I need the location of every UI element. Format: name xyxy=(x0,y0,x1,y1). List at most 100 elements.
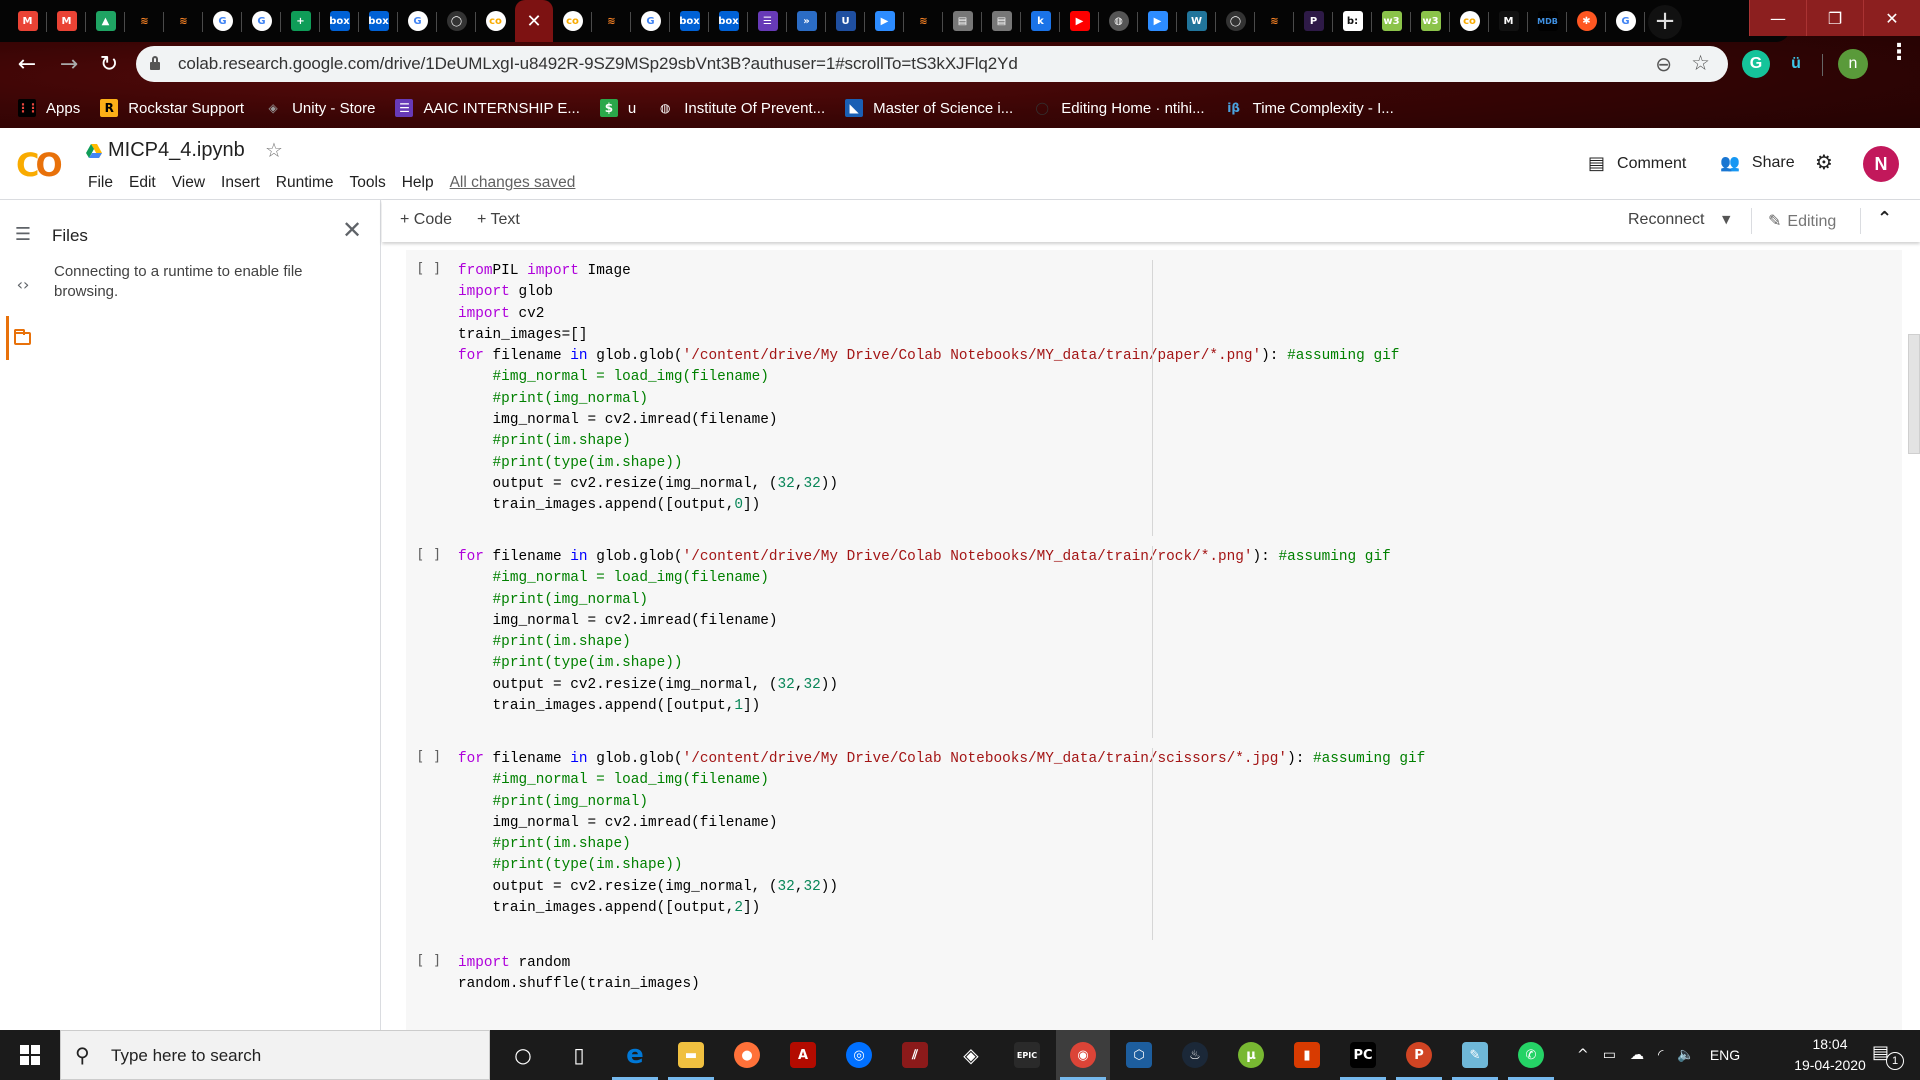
taskbar-app-acrobat[interactable]: A xyxy=(776,1030,830,1080)
bookmark-star-icon[interactable]: ☆ xyxy=(1691,51,1710,75)
close-window-button[interactable]: ✕ xyxy=(1863,0,1920,36)
bookmark-item[interactable]: iβ Time Complexity - I... xyxy=(1225,99,1394,117)
browser-tab[interactable]: ≋ xyxy=(164,0,203,42)
minimize-button[interactable]: — xyxy=(1749,0,1806,36)
browser-tab[interactable]: w3 xyxy=(1372,0,1411,42)
browser-tab[interactable]: MDB xyxy=(1528,0,1567,42)
battery-icon[interactable]: ▭ xyxy=(1603,1047,1616,1063)
browser-tab[interactable]: G xyxy=(631,0,670,42)
browser-tab[interactable]: k xyxy=(1021,0,1060,42)
start-button[interactable] xyxy=(0,1030,60,1080)
menu-file[interactable]: File xyxy=(80,174,121,192)
taskbar-search[interactable]: ⚲ Type here to search xyxy=(60,1030,490,1080)
new-tab-button[interactable]: + xyxy=(1648,5,1682,39)
code-cell[interactable]: [ ] for filename in glob.glob('/content/d… xyxy=(406,536,1902,742)
taskbar-app-unity[interactable]: ◈ xyxy=(944,1030,998,1080)
restore-button[interactable]: ❐ xyxy=(1806,0,1863,36)
language-indicator[interactable]: ENG xyxy=(1710,1047,1740,1063)
add-code-cell-button[interactable]: + Code xyxy=(400,211,452,229)
browser-tab[interactable]: » xyxy=(787,0,826,42)
code-cell[interactable]: [ ] fromPIL import Image import glob import… xyxy=(406,250,1902,542)
run-cell-button[interactable]: [ ] xyxy=(416,547,441,563)
reload-button[interactable]: ↻ xyxy=(94,50,124,80)
menu-edit[interactable]: Edit xyxy=(121,174,164,192)
bookmark-item[interactable]: ☰ AAIC INTERNSHIP E... xyxy=(395,99,580,117)
taskbar-app-steam[interactable]: ♨ xyxy=(1168,1030,1222,1080)
taskbar-app-cortana[interactable]: ○ xyxy=(496,1030,550,1080)
browser-tab[interactable]: U xyxy=(826,0,865,42)
browser-tab[interactable]: ▲ xyxy=(86,0,125,42)
taskbar-app-firefox[interactable]: ● xyxy=(720,1030,774,1080)
browser-tab[interactable]: w3 xyxy=(1411,0,1450,42)
taskbar-app-file-explorer[interactable]: ▬ xyxy=(664,1030,718,1080)
taskbar-app-chrome[interactable]: ◉ xyxy=(1056,1030,1110,1080)
menu-help[interactable]: Help xyxy=(394,174,442,192)
grammarly-extension-icon[interactable]: G xyxy=(1742,50,1770,78)
browser-tab[interactable]: ≋ xyxy=(1255,0,1294,42)
owl-extension-icon[interactable]: ü xyxy=(1782,50,1810,78)
run-cell-button[interactable]: [ ] xyxy=(416,953,441,969)
account-avatar[interactable]: N xyxy=(1863,146,1899,182)
taskbar-app-edge[interactable]: e xyxy=(608,1030,662,1080)
taskbar-app-utorrent[interactable]: µ xyxy=(1224,1030,1278,1080)
tab-active[interactable]: ✕ xyxy=(515,0,553,42)
clock[interactable]: 18:04 19-04-2020 xyxy=(1790,1034,1870,1076)
forward-button[interactable]: → xyxy=(54,50,84,80)
volume-icon[interactable]: 🔈 xyxy=(1677,1047,1694,1063)
menu-view[interactable]: View xyxy=(164,174,213,192)
star-notebook-icon[interactable]: ☆ xyxy=(265,138,283,162)
code-cell-partial[interactable] xyxy=(406,1016,1902,1030)
settings-button[interactable]: ⚙ xyxy=(1815,150,1833,174)
browser-tab[interactable]: W xyxy=(1177,0,1216,42)
taskbar-app-task-view[interactable]: ▯ xyxy=(552,1030,606,1080)
browser-tab[interactable]: P xyxy=(1294,0,1333,42)
browser-tab[interactable]: G xyxy=(398,0,437,42)
taskbar-app-whatsapp[interactable]: ✆ xyxy=(1504,1030,1558,1080)
wifi-icon[interactable]: ◜ xyxy=(1658,1047,1663,1063)
add-text-cell-button[interactable]: + Text xyxy=(477,211,520,229)
browser-tab[interactable]: G xyxy=(242,0,281,42)
share-button[interactable]: 👥 Share xyxy=(1720,153,1795,172)
browser-tab[interactable]: ✱ xyxy=(1567,0,1606,42)
browser-tab[interactable]: ◍ xyxy=(1099,0,1138,42)
browser-tab[interactable]: M xyxy=(8,0,47,42)
browser-tab[interactable]: ◯ xyxy=(437,0,476,42)
browser-tab[interactable]: ≋ xyxy=(125,0,164,42)
code-snippets-icon[interactable]: ‹› xyxy=(8,270,38,300)
browser-tab[interactable]: ☰ xyxy=(748,0,787,42)
taskbar-app-notepad[interactable]: ✎ xyxy=(1448,1030,1502,1080)
bookmark-item[interactable]: ◣ Master of Science i... xyxy=(845,99,1013,117)
browser-tab[interactable]: ▶ xyxy=(1060,0,1099,42)
editing-mode-button[interactable]: ✎ Editing xyxy=(1768,211,1836,231)
url-text[interactable]: colab.research.google.com/drive/1DeUMLxg… xyxy=(178,54,1018,74)
browser-tab[interactable]: ≋ xyxy=(904,0,943,42)
notebook-title[interactable]: MICP4_4.ipynb xyxy=(108,139,245,162)
browser-tab[interactable]: ▤ xyxy=(982,0,1021,42)
browser-tab[interactable]: ▤ xyxy=(943,0,982,42)
scrollbar[interactable] xyxy=(1907,242,1920,1030)
code-cell[interactable]: [ ] import random random.shuffle(train_ima… xyxy=(406,942,1902,1027)
browser-tab[interactable]: ◯ xyxy=(1216,0,1255,42)
menu-insert[interactable]: Insert xyxy=(213,174,268,192)
code-editor[interactable]: import random random.shuffle(train_images… xyxy=(458,953,700,996)
taskbar-app-office[interactable]: ▮ xyxy=(1280,1030,1334,1080)
browser-tab[interactable]: co xyxy=(476,0,515,42)
bookmark-item[interactable]: ◯ Editing Home · ntihi... xyxy=(1033,99,1204,117)
search-placeholder[interactable]: Type here to search xyxy=(111,1046,261,1066)
bookmark-item[interactable]: R Rockstar Support xyxy=(100,99,244,117)
browser-tab[interactable]: G xyxy=(1606,0,1645,42)
close-icon[interactable]: ✕ xyxy=(526,11,541,32)
close-sidebar-icon[interactable]: ✕ xyxy=(342,216,362,244)
taskbar-app-game-app[interactable]: ⫽ xyxy=(888,1030,942,1080)
browser-tab[interactable]: M xyxy=(1489,0,1528,42)
browser-tab[interactable]: + xyxy=(281,0,320,42)
menu-tools[interactable]: Tools xyxy=(342,174,394,192)
back-button[interactable]: ← xyxy=(12,50,42,80)
browser-tab[interactable]: co xyxy=(1450,0,1489,42)
code-editor[interactable]: for filename in glob.glob('/content/driv… xyxy=(458,749,1425,919)
profile-avatar[interactable]: n xyxy=(1838,49,1868,79)
onedrive-cloud-icon[interactable]: ☁ xyxy=(1630,1047,1644,1063)
browser-tab[interactable]: ▶ xyxy=(865,0,904,42)
taskbar-app-pycharm[interactable]: PC xyxy=(1336,1030,1390,1080)
code-editor[interactable]: fromPIL import Image import glob import cv… xyxy=(458,261,1399,517)
